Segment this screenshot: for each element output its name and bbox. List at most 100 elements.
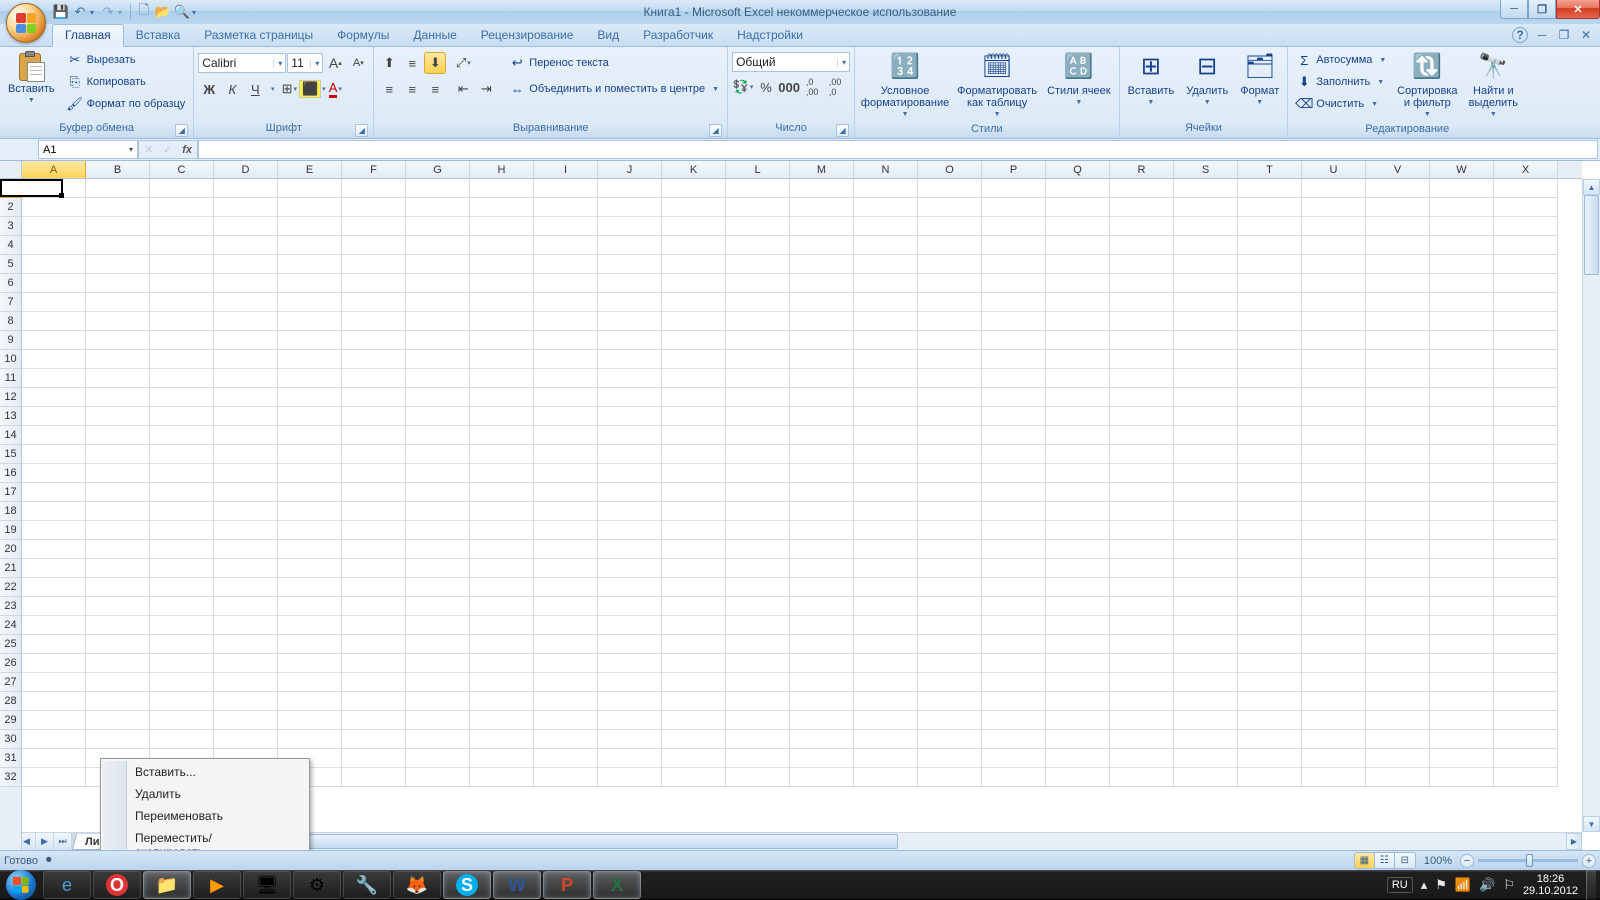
cell[interactable] [470,654,534,673]
cell[interactable] [790,255,854,274]
cell[interactable] [854,217,918,236]
decrease-indent-button[interactable]: ⇤ [452,78,474,100]
cell[interactable] [1430,711,1494,730]
row-header[interactable]: 7 [0,293,21,312]
cell[interactable] [1494,369,1558,388]
cell[interactable] [1366,711,1430,730]
tab-insert[interactable]: Вставка [124,25,193,46]
cell[interactable] [214,711,278,730]
cell[interactable] [854,312,918,331]
cell[interactable] [1494,445,1558,464]
column-header[interactable]: D [214,161,278,178]
cell[interactable] [726,388,790,407]
zoom-level[interactable]: 100% [1424,855,1452,867]
cell[interactable] [406,179,470,198]
cell[interactable] [22,502,86,521]
cell[interactable] [854,350,918,369]
cell[interactable] [406,464,470,483]
cell[interactable] [534,179,598,198]
cell[interactable] [214,312,278,331]
cell[interactable] [662,559,726,578]
tray-network-icon[interactable]: 📶 [1455,877,1471,893]
cell[interactable] [1238,331,1302,350]
row-header[interactable]: 9 [0,331,21,350]
cell[interactable] [150,597,214,616]
cell[interactable] [662,407,726,426]
cell[interactable] [406,768,470,787]
active-cell[interactable] [0,179,63,197]
cell[interactable] [1430,464,1494,483]
cell[interactable] [86,559,150,578]
cell[interactable] [470,388,534,407]
column-header[interactable]: T [1238,161,1302,178]
cell[interactable] [342,597,406,616]
cell[interactable] [406,673,470,692]
cell[interactable] [1302,730,1366,749]
cell[interactable] [1238,749,1302,768]
taskbar-app-3[interactable]: 🔧 [343,871,391,899]
cell[interactable] [854,426,918,445]
column-header[interactable]: E [278,161,342,178]
name-box[interactable]: A1▾ [38,140,138,159]
cell[interactable] [22,559,86,578]
cell[interactable] [598,274,662,293]
cell[interactable] [1494,540,1558,559]
tab-developer[interactable]: Разработчик [631,25,725,46]
cell[interactable] [214,692,278,711]
row-header[interactable]: 19 [0,521,21,540]
cell[interactable] [534,654,598,673]
cell[interactable] [982,464,1046,483]
cell[interactable] [790,597,854,616]
cell[interactable] [278,445,342,464]
cell[interactable] [982,426,1046,445]
cell[interactable] [470,635,534,654]
cell[interactable] [854,578,918,597]
cell[interactable] [1430,597,1494,616]
cell[interactable] [1302,350,1366,369]
cell[interactable] [278,521,342,540]
cell[interactable] [982,673,1046,692]
underline-button[interactable]: Ч [244,78,266,100]
cell[interactable] [534,559,598,578]
maximize-button[interactable]: ❐ [1528,0,1556,19]
cell[interactable] [22,426,86,445]
cell[interactable] [1366,464,1430,483]
alignment-launcher[interactable]: ◢ [709,124,722,137]
cell[interactable] [1110,426,1174,445]
cell[interactable] [854,559,918,578]
cell[interactable] [982,331,1046,350]
tray-volume-icon[interactable]: 🔊 [1479,877,1495,893]
percent-button[interactable]: % [755,76,777,98]
cell[interactable] [278,654,342,673]
cell[interactable] [1110,768,1174,787]
cell[interactable] [86,236,150,255]
cell[interactable] [1302,711,1366,730]
scroll-down-button[interactable]: ▼ [1583,816,1600,832]
cell[interactable] [1174,578,1238,597]
cell[interactable] [1494,255,1558,274]
cell[interactable] [278,692,342,711]
cell[interactable] [918,749,982,768]
cell[interactable] [1302,179,1366,198]
taskbar-word[interactable]: W [493,871,541,899]
cell[interactable] [534,521,598,540]
cell[interactable] [982,388,1046,407]
cell[interactable] [918,331,982,350]
cell[interactable] [342,768,406,787]
cell[interactable] [22,255,86,274]
cell[interactable] [726,407,790,426]
cell[interactable] [1174,597,1238,616]
column-header[interactable]: M [790,161,854,178]
scroll-up-button[interactable]: ▲ [1583,179,1600,195]
cell[interactable] [470,350,534,369]
cell[interactable] [982,217,1046,236]
column-header[interactable]: S [1174,161,1238,178]
cell[interactable] [918,236,982,255]
cell[interactable] [790,293,854,312]
cell[interactable] [278,236,342,255]
cell[interactable] [1238,540,1302,559]
save-icon[interactable]: 💾 [52,3,70,21]
cell[interactable] [470,749,534,768]
cell[interactable] [1046,198,1110,217]
cell[interactable] [278,730,342,749]
